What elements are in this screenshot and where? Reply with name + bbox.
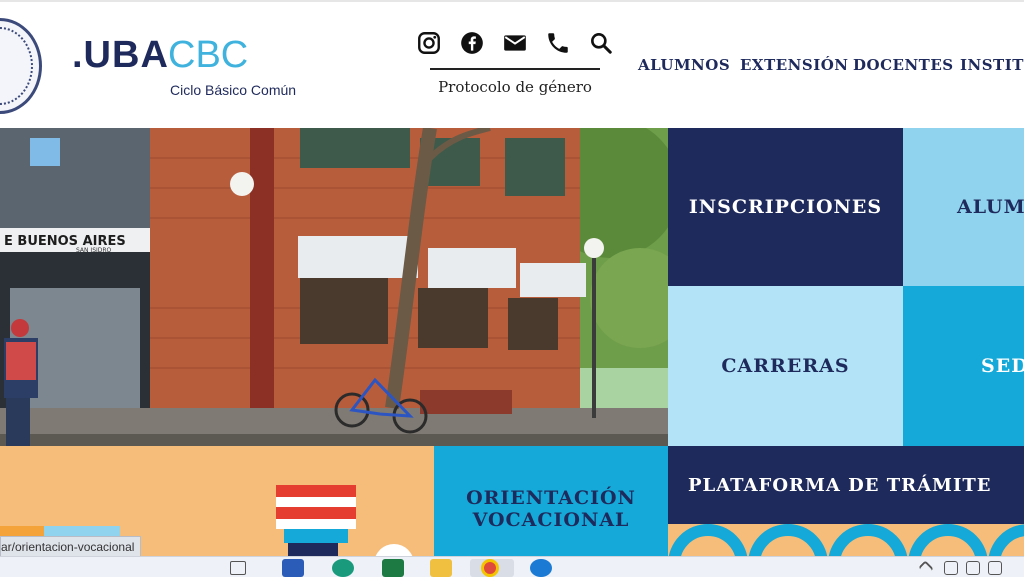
chrome-taskbar-slot[interactable] — [470, 559, 514, 577]
logo-cbc[interactable]: CBC — [168, 34, 248, 77]
tile-inscripciones[interactable]: INSCRIPCIONES — [668, 128, 903, 286]
facebook-icon[interactable] — [459, 30, 485, 56]
cloud-app-icon[interactable] — [530, 559, 552, 577]
system-tray-icon-2[interactable] — [966, 561, 980, 575]
instagram-icon[interactable] — [416, 30, 442, 56]
chrome-icon — [481, 559, 499, 577]
tile-carreras[interactable]: CARRERAS — [668, 286, 903, 446]
header-divider — [430, 68, 600, 70]
uba-seal-icon[interactable] — [0, 18, 42, 114]
mail-icon[interactable] — [502, 30, 528, 56]
tile-orientacion-line2: VOCACIONAL — [472, 509, 630, 531]
task-view-icon[interactable] — [230, 561, 246, 575]
chevron-up-icon[interactable] — [918, 560, 934, 576]
tile-alumnos[interactable]: ALUM — [903, 128, 1024, 286]
system-tray-icon-3[interactable] — [988, 561, 1002, 575]
social-links — [416, 30, 616, 58]
windows-taskbar — [0, 556, 1024, 577]
edge-icon[interactable] — [332, 559, 354, 577]
decorative-arches — [668, 524, 1024, 556]
logo-uba[interactable]: .UBA — [72, 34, 169, 77]
nav-docentes[interactable]: DOCENTES — [853, 56, 954, 74]
file-explorer-icon[interactable] — [430, 559, 452, 577]
logo-subtitle: Ciclo Básico Común — [170, 82, 297, 98]
tile-sedes[interactable]: SED — [903, 286, 1024, 446]
nav-extension[interactable]: EXTENSIÓN — [740, 56, 849, 74]
system-tray-icon-1[interactable] — [944, 561, 958, 575]
tile-inscripciones-label: INSCRIPCIONES — [688, 196, 883, 218]
hero-campus-photo: E BUENOS AIRES SAN ISIDRO — [0, 128, 668, 446]
excel-icon[interactable] — [382, 559, 404, 577]
protocolo-genero-link[interactable]: Protocolo de género — [430, 78, 600, 96]
tile-plataforma-label: PLATAFORMA DE TRÁMITE — [688, 474, 992, 496]
arch-pattern — [668, 524, 1024, 556]
word-icon[interactable] — [282, 559, 304, 577]
phone-icon[interactable] — [545, 30, 571, 56]
tile-orientacion-vocacional[interactable]: ORIENTACIÓN VOCACIONAL — [434, 446, 668, 556]
site-header: .UBA CBC Ciclo Básico Común Protocolo de… — [0, 2, 1024, 128]
tile-plataforma-tramites[interactable]: PLATAFORMA DE TRÁMITE — [668, 446, 1024, 524]
campus-building-illustration: E BUENOS AIRES SAN ISIDRO — [0, 128, 668, 446]
tile-orientacion-line1: ORIENTACIÓN — [466, 487, 636, 509]
tile-alumnos-label: ALUM — [957, 196, 1024, 218]
search-icon[interactable] — [588, 30, 614, 56]
tile-carreras-label: CARRERAS — [721, 355, 850, 377]
status-url-tooltip: ar/orientacion-vocacional — [0, 536, 142, 558]
nav-institucional[interactable]: INSTITUC — [960, 56, 1024, 74]
nav-alumnos[interactable]: ALUMNOS — [638, 56, 730, 74]
tile-sedes-label: SED — [981, 355, 1024, 377]
